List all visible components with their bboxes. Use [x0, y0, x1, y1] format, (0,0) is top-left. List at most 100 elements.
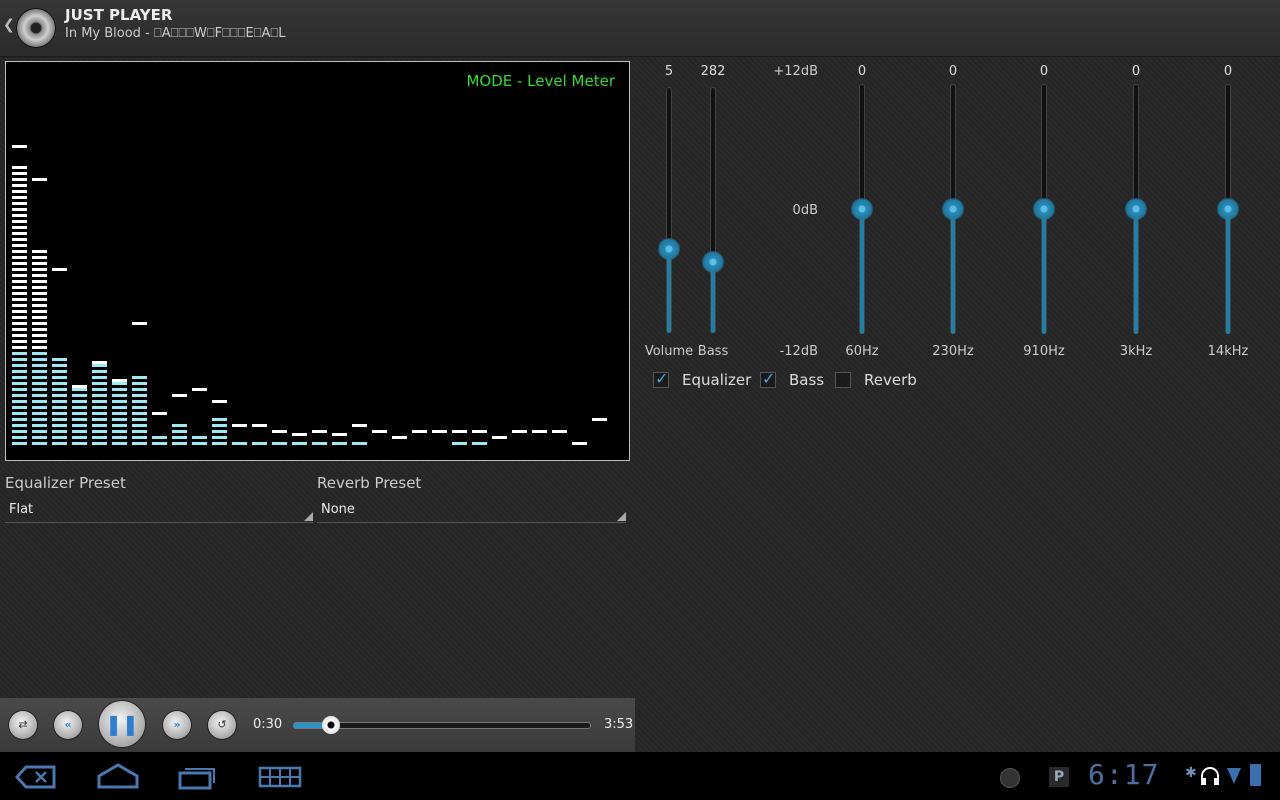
shuffle-icon: ⇄: [18, 718, 28, 731]
level-meter-visualizer[interactable]: MODE - Level Meter: [5, 61, 630, 461]
reverb-preset-value: None: [321, 502, 355, 517]
equalizer-preset-label: Equalizer Preset: [5, 474, 126, 492]
level-peak-20: [392, 436, 407, 439]
level-peak-26: [512, 430, 527, 433]
dropdown-arrow-icon: [304, 512, 313, 521]
reverb-checkbox[interactable]: ✓: [835, 372, 851, 388]
level-bar-19: [372, 430, 387, 433]
band-14khz-label: 14kHz: [1207, 344, 1249, 359]
band-14khz-value: 0: [1223, 64, 1233, 79]
level-bar-23: [452, 430, 467, 445]
level-bar-1: [12, 145, 27, 445]
level-bar-24: [472, 430, 487, 445]
level-bar-12: [232, 424, 247, 445]
music-notification-icon[interactable]: [1000, 768, 1020, 788]
level-bar-11: [212, 400, 227, 445]
level-peak-5: [92, 361, 107, 364]
level-bar-17: [332, 433, 347, 445]
status-clock[interactable]: 6:17: [1088, 758, 1159, 791]
level-bar-15: [292, 433, 307, 445]
reverb-preset-dropdown[interactable]: None: [317, 500, 626, 523]
reverb-checkbox-label[interactable]: Reverb: [864, 371, 917, 389]
app-title: JUST PLAYER: [65, 6, 173, 24]
band-3khz-slider[interactable]: [1125, 84, 1147, 334]
level-peak-27: [532, 430, 547, 433]
level-peak-9: [172, 394, 187, 397]
level-bar-26: [512, 430, 527, 433]
action-bar: ❮ JUST PLAYER In My Blood - ⎕A⎕⎕⎕W⎕F⎕⎕⎕E…: [0, 0, 1280, 57]
level-bar-8: [152, 412, 167, 445]
equalizer-preset-dropdown[interactable]: Flat: [5, 500, 313, 523]
level-bar-29: [572, 442, 587, 445]
band-230hz-label: 230Hz: [932, 344, 974, 359]
slider-thumb[interactable]: [851, 198, 873, 220]
slider-thumb[interactable]: [702, 250, 724, 273]
level-peak-3: [52, 268, 67, 271]
band-230hz-value: 0: [948, 64, 958, 79]
level-bar-7: [132, 322, 147, 445]
band-230hz-slider[interactable]: [942, 84, 964, 334]
repeat-button[interactable]: ↺: [208, 711, 236, 739]
battery-icon: [1250, 764, 1261, 786]
p-notification-icon[interactable]: P: [1049, 767, 1069, 787]
bass-checkbox-label[interactable]: Bass: [789, 371, 824, 389]
back-nav-icon[interactable]: [14, 764, 58, 790]
home-nav-icon[interactable]: [96, 762, 140, 790]
volume-slider[interactable]: [658, 87, 680, 333]
equalizer-checkbox[interactable]: ✓: [653, 369, 669, 388]
level-peak-15: [292, 433, 307, 436]
shuffle-button[interactable]: ⇄: [9, 711, 37, 739]
check-icon: ✓: [655, 369, 669, 388]
band-3khz-label: 3kHz: [1119, 344, 1153, 359]
db-bottom-label: -12dB: [779, 344, 818, 359]
level-peak-24: [472, 430, 487, 433]
up-chevron-icon[interactable]: ❮: [3, 17, 15, 33]
repeat-icon: ↺: [217, 718, 227, 731]
slider-thumb[interactable]: [1033, 198, 1055, 220]
level-bar-20: [392, 436, 407, 439]
app-logo-icon[interactable]: [17, 9, 55, 47]
play-pause-button[interactable]: ❚❚: [99, 701, 145, 747]
level-peak-11: [212, 400, 227, 403]
slider-thumb[interactable]: [658, 238, 680, 261]
equalizer-checkbox-label[interactable]: Equalizer: [682, 371, 751, 389]
level-peak-6: [112, 379, 127, 382]
slider-thumb[interactable]: [1217, 198, 1239, 220]
level-peak-25: [492, 436, 507, 439]
band-60hz-label: 60Hz: [845, 344, 879, 359]
level-peak-30: [592, 418, 607, 421]
band-14khz-slider[interactable]: [1217, 84, 1239, 334]
level-bar-5: [92, 361, 107, 445]
recent-apps-icon[interactable]: [177, 764, 217, 790]
level-peak-18: [352, 424, 367, 427]
level-bar-25: [492, 436, 507, 439]
band-910hz-slider[interactable]: [1033, 84, 1055, 334]
seek-thumb[interactable]: [322, 716, 340, 734]
level-bar-14: [272, 430, 287, 445]
band-60hz-slider[interactable]: [851, 84, 873, 334]
slider-thumb[interactable]: [942, 198, 964, 220]
level-peak-17: [332, 433, 347, 436]
level-peak-28: [552, 430, 567, 433]
rewind-icon: «: [64, 718, 72, 731]
level-peak-10: [192, 388, 207, 391]
wifi-signal-icon: [1227, 768, 1241, 784]
next-button[interactable]: »: [163, 711, 191, 739]
level-bar-4: [72, 385, 87, 445]
slider-thumb[interactable]: [1125, 198, 1147, 220]
db-mid-label: 0dB: [792, 203, 818, 218]
dropdown-arrow-icon: [617, 512, 626, 521]
bass-checkbox[interactable]: ✓: [760, 369, 776, 388]
menu-grid-icon[interactable]: [258, 766, 302, 788]
band-60hz-value: 0: [857, 64, 867, 79]
level-bar-16: [312, 430, 327, 445]
level-bar-13: [252, 424, 267, 445]
level-peak-21: [412, 430, 427, 433]
db-top-label: +12dB: [773, 64, 818, 79]
previous-button[interactable]: «: [54, 711, 82, 739]
band-910hz-value: 0: [1039, 64, 1049, 79]
bass-slider[interactable]: [702, 87, 724, 333]
level-peak-13: [252, 424, 267, 427]
elapsed-time: 0:30: [253, 717, 283, 732]
level-peak-7: [132, 322, 147, 325]
